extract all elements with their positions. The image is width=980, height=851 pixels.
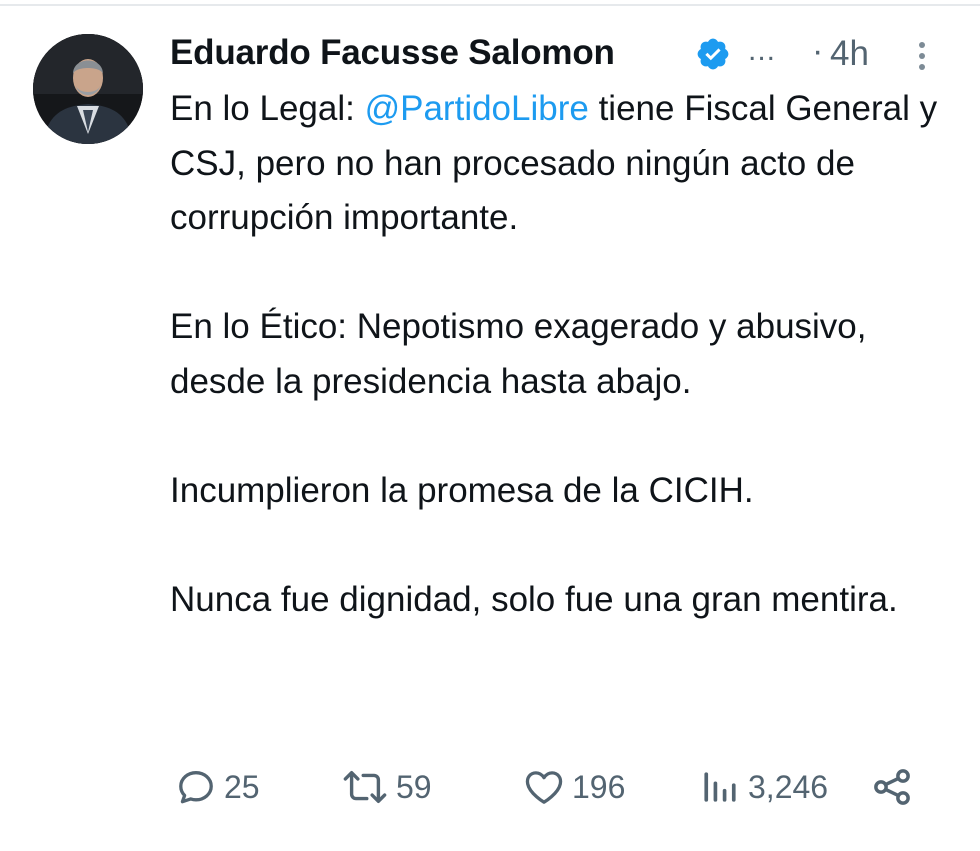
views-chart-icon bbox=[704, 772, 736, 802]
tweet-timestamp[interactable]: 4h bbox=[830, 34, 869, 74]
tweet-paragraph: Nunca fue dignidad, solo fue una gran me… bbox=[170, 579, 898, 619]
views-button[interactable]: 3,246 bbox=[698, 762, 828, 812]
avatar-photo-icon bbox=[33, 34, 143, 144]
time-separator: · bbox=[812, 32, 824, 70]
share-button[interactable] bbox=[870, 762, 914, 812]
verified-badge-icon[interactable] bbox=[695, 36, 731, 72]
name-overflow-ellipsis: ... bbox=[748, 34, 777, 67]
retweet-icon bbox=[343, 771, 387, 803]
author-name[interactable]: Eduardo Facusse Salomon bbox=[170, 33, 615, 73]
mention-link[interactable]: @PartidoLibre bbox=[365, 89, 589, 128]
tweet-paragraph: En lo Ético: Nepotismo exagerado y abusi… bbox=[170, 307, 867, 401]
like-count: 196 bbox=[572, 768, 626, 805]
tweet-actions: 25 59 196 3,246 bbox=[170, 762, 950, 812]
share-icon bbox=[874, 769, 910, 805]
views-count: 3,246 bbox=[748, 768, 829, 805]
reply-count: 25 bbox=[224, 768, 260, 805]
more-options-icon[interactable] bbox=[915, 42, 929, 78]
retweet-button[interactable]: 59 bbox=[340, 762, 432, 812]
avatar[interactable] bbox=[33, 34, 143, 144]
heart-icon bbox=[525, 771, 563, 804]
tweet-text-segment: En lo Legal: bbox=[170, 89, 365, 128]
reply-button[interactable]: 25 bbox=[174, 762, 260, 812]
tweet-paragraph: Incumplieron la promesa de la CICIH. bbox=[170, 470, 754, 510]
like-button[interactable]: 196 bbox=[522, 762, 625, 812]
tweet-paragraph: En lo Legal: @PartidoLibre tiene Fiscal … bbox=[170, 82, 950, 246]
top-divider bbox=[0, 4, 980, 6]
reply-icon bbox=[179, 771, 213, 804]
retweet-count: 59 bbox=[396, 768, 432, 805]
tweet-text: En lo Legal: @PartidoLibre tiene Fiscal … bbox=[170, 82, 950, 627]
tweet-header: Eduardo Facusse Salomon ... · 4h bbox=[170, 28, 960, 78]
